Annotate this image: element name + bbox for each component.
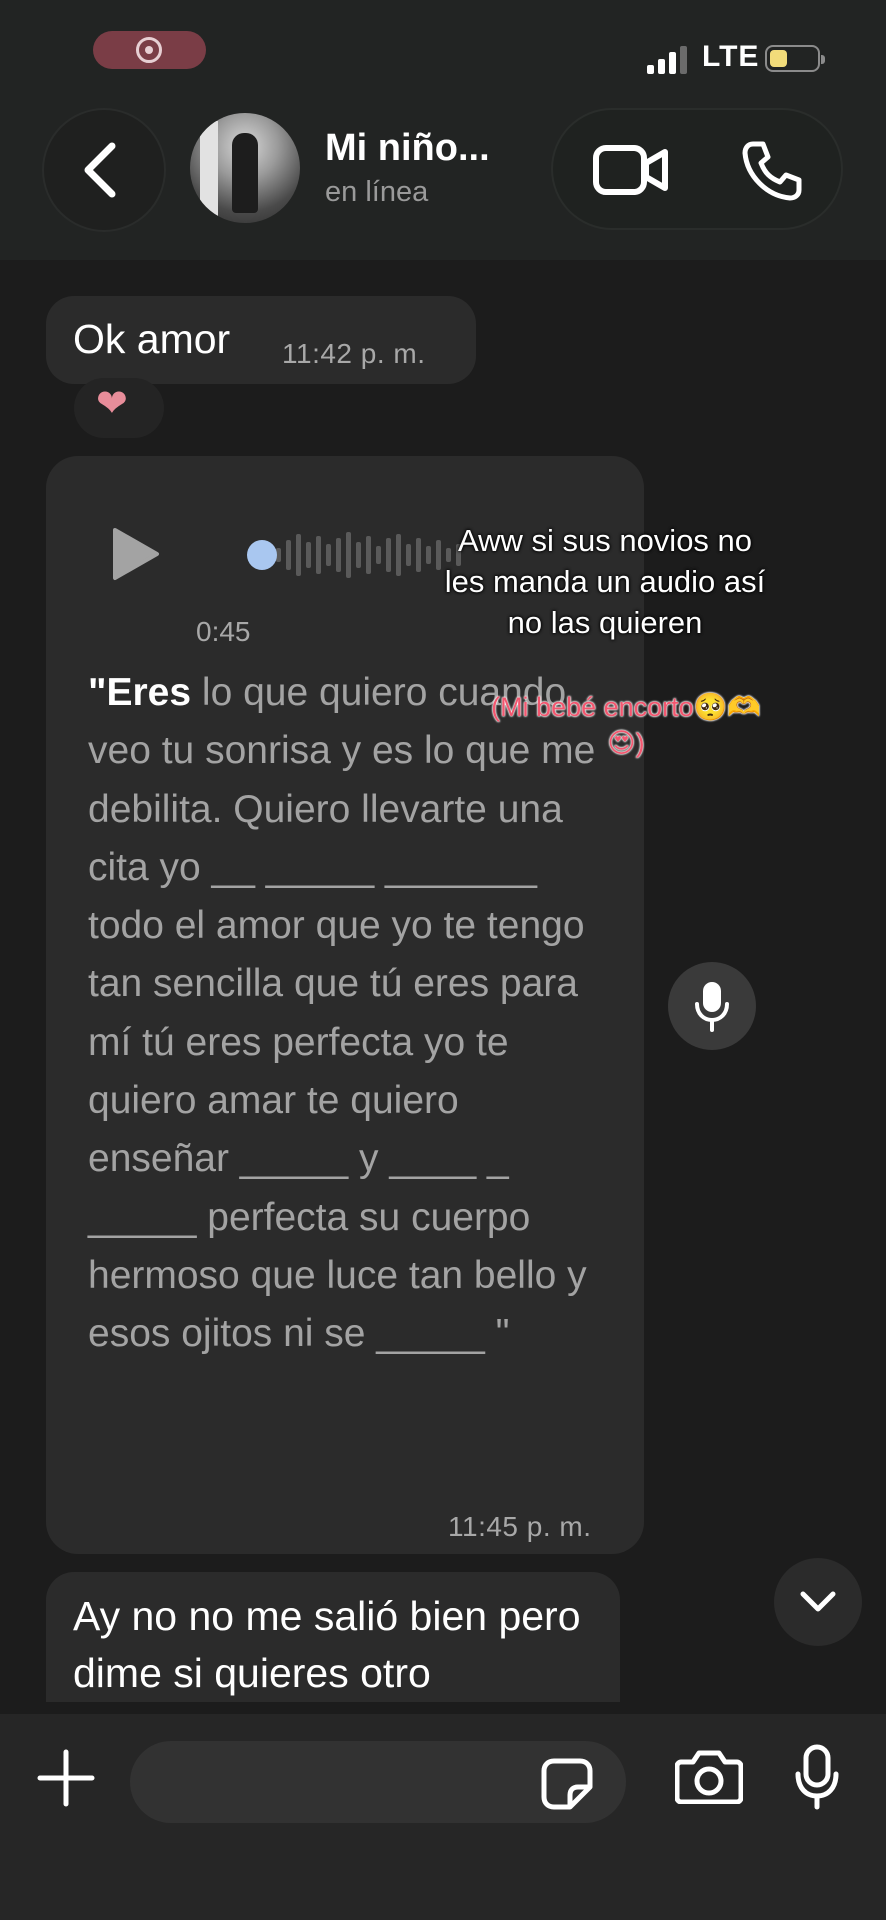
voice-record-button[interactable] bbox=[668, 962, 756, 1050]
video-call-icon[interactable] bbox=[593, 145, 669, 195]
transcript-highlight: "Eres bbox=[88, 671, 192, 714]
plus-icon[interactable] bbox=[36, 1748, 96, 1808]
message-input[interactable] bbox=[130, 1741, 626, 1823]
message-input-bar bbox=[0, 1714, 886, 1920]
message-bubble[interactable]: Ay no no me salió bien pero dime si quie… bbox=[46, 1572, 620, 1702]
scroll-to-bottom-button[interactable] bbox=[774, 1558, 862, 1646]
message-text: Ok amor bbox=[73, 316, 231, 362]
screen-record-indicator[interactable] bbox=[93, 31, 206, 69]
microphone-icon[interactable] bbox=[794, 1744, 840, 1810]
message-time: 11:42 p. m. bbox=[282, 338, 426, 369]
message-bubble[interactable]: Ok amor 11:42 p. m. bbox=[46, 296, 476, 384]
battery-icon bbox=[765, 45, 825, 72]
overlay-caption: Aww si sus novios no les manda un audio … bbox=[444, 523, 766, 640]
contact-status: en línea bbox=[325, 176, 429, 208]
chevron-down-icon bbox=[800, 1591, 836, 1612]
record-icon bbox=[136, 37, 162, 63]
signal-strength-icon bbox=[647, 44, 691, 74]
sticker-icon[interactable] bbox=[540, 1757, 594, 1811]
message-reaction[interactable]: ❤ bbox=[74, 378, 164, 438]
voice-transcript: "Eres lo que quiero cuando veo tu sonris… bbox=[88, 664, 608, 1364]
call-actions bbox=[553, 110, 841, 228]
chat-header: Mi niño... en línea bbox=[0, 110, 886, 260]
status-bar: LTE bbox=[0, 0, 886, 110]
voice-duration: 0:45 bbox=[196, 616, 251, 647]
play-icon[interactable] bbox=[111, 526, 161, 582]
back-arrow-icon bbox=[84, 142, 116, 198]
message-text: Ay no no me salió bien pero dime si quie… bbox=[73, 1593, 581, 1696]
contact-avatar[interactable] bbox=[190, 113, 300, 223]
camera-icon[interactable] bbox=[675, 1750, 743, 1804]
transcript-text: lo que quiero cuando veo tu sonrisa y es… bbox=[88, 671, 596, 1356]
network-type: LTE bbox=[702, 40, 760, 73]
overlay-subcaption: (Mi bebé encorto🥺🫶😍) bbox=[491, 692, 761, 758]
contact-name[interactable]: Mi niño... bbox=[325, 127, 490, 170]
heart-reaction: ❤ bbox=[96, 383, 128, 425]
phone-icon[interactable] bbox=[741, 140, 803, 202]
back-button[interactable] bbox=[44, 110, 164, 230]
microphone-icon bbox=[695, 982, 729, 1032]
message-time: 11:45 p. m. bbox=[448, 1511, 592, 1542]
